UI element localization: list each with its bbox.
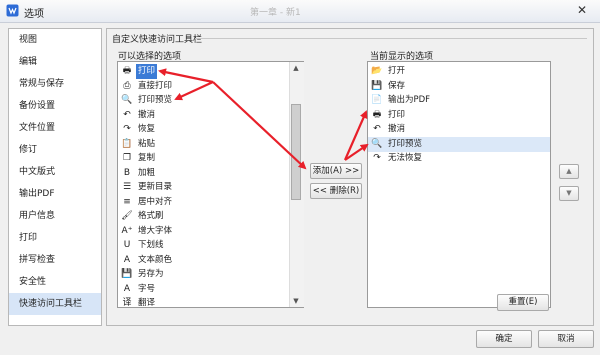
arrow-to-print-item (158, 68, 214, 84)
annotation-arrows (158, 68, 369, 170)
arrow-to-print-preview-item (174, 81, 214, 101)
arrow-to-add-button (212, 81, 307, 170)
